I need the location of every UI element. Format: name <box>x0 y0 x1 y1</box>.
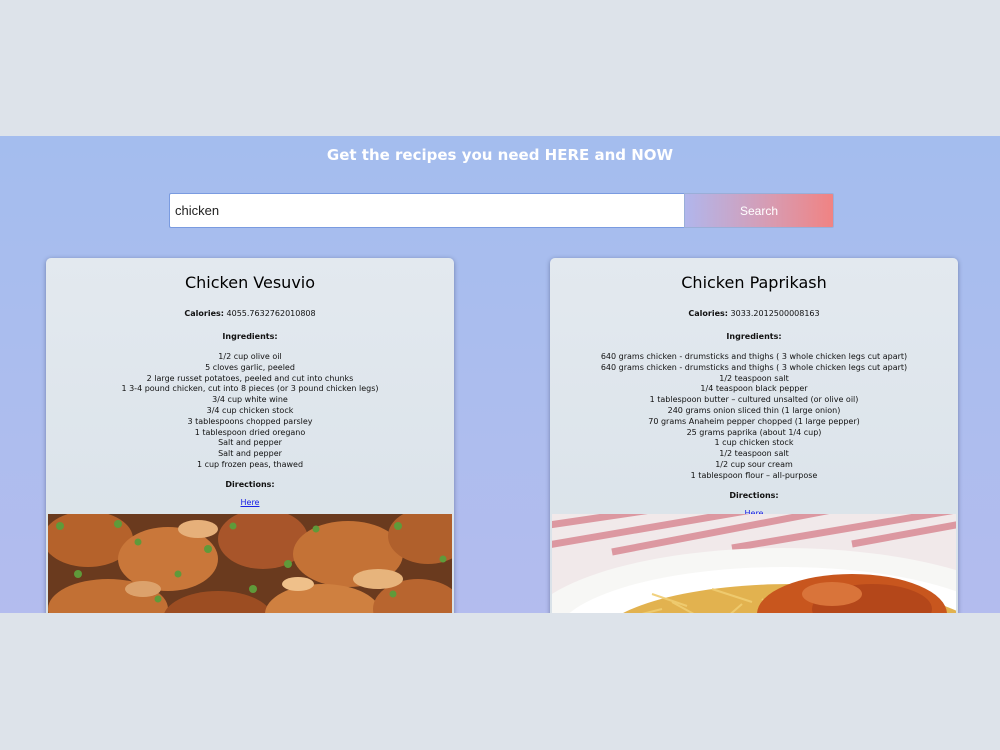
ingredient-item: 640 grams chicken - drumsticks and thigh… <box>600 362 908 372</box>
recipe-card: Chicken Paprikash Calories: 3033.2012500… <box>550 258 958 613</box>
recipe-calories: Calories: 4055.7632762010808 <box>46 309 454 319</box>
ingredient-item: 240 grams onion sliced thin (1 large oni… <box>667 405 841 415</box>
ingredient-item: Salt and pepper <box>218 449 282 459</box>
ingredient-item: 640 grams chicken - drumsticks and thigh… <box>600 352 908 361</box>
calories-label: Calories: <box>184 309 224 318</box>
ingredients-label: Ingredients: <box>222 332 278 341</box>
ingredient-item: 1/2 cup olive oil <box>218 352 282 361</box>
ingredient-item: 2 large russet potatoes, peeled and cut … <box>146 373 354 383</box>
ingredient-item: 1 3-4 pound chicken, cut into 8 pieces (… <box>121 384 379 394</box>
ingredient-item: 3 tablespoons chopped parsley <box>187 416 313 426</box>
ingredient-item: 25 grams paprika (about 1/4 cup) <box>686 427 822 437</box>
ingredient-item: 3/4 cup chicken stock <box>206 405 294 415</box>
directions-label: Directions: <box>225 479 275 489</box>
search-form: Search <box>169 193 834 228</box>
ingredient-item: 70 grams Anaheim pepper chopped (1 large… <box>648 416 860 426</box>
ingredient-item: 5 cloves garlic, peeled <box>205 362 295 372</box>
recipe-calories: Calories: 3033.2012500008163 <box>550 309 958 319</box>
recipe-image <box>552 514 956 613</box>
chicken-vesuvio-photo <box>48 514 452 613</box>
ingredients-list: 640 grams chicken - drumsticks and thigh… <box>550 352 958 482</box>
recipe-title: Chicken Paprikash <box>681 273 827 292</box>
ingredient-item: 1 tablespoon flour – all-purpose <box>690 470 818 480</box>
ingredient-item: 1/4 teaspoon black pepper <box>700 384 808 394</box>
search-input[interactable] <box>169 193 684 228</box>
calories-label: Calories: <box>688 309 728 318</box>
calories-value: 3033.2012500008163 <box>730 309 820 318</box>
chicken-paprikash-photo <box>552 514 956 613</box>
ingredient-item: 1/2 teaspoon salt <box>719 449 789 459</box>
recipe-card: Chicken Vesuvio Calories: 4055.763276201… <box>46 258 454 613</box>
ingredient-item: 1 cup chicken stock <box>714 438 794 448</box>
directions-label: Directions: <box>729 490 779 500</box>
ingredient-item: 1 cup frozen peas, thawed <box>196 459 304 469</box>
ingredient-item: Salt and pepper <box>218 438 282 448</box>
calories-value: 4055.7632762010808 <box>226 309 316 318</box>
ingredients-list: 1/2 cup olive oil 5 cloves garlic, peele… <box>46 352 454 471</box>
ingredient-item: 1 tablespoon dried oregano <box>194 427 306 437</box>
ingredient-item: 1/2 teaspoon salt <box>719 373 789 383</box>
ingredient-item: 1 tablespoon butter – cultured unsalted … <box>649 395 859 405</box>
app-viewport: Get the recipes you need HERE and NOW Se… <box>0 136 1000 613</box>
ingredient-item: 3/4 cup white wine <box>212 395 288 405</box>
directions-link[interactable]: Here <box>241 497 260 509</box>
recipe-title: Chicken Vesuvio <box>184 273 316 292</box>
search-button[interactable]: Search <box>684 193 834 228</box>
recipe-image <box>48 514 452 613</box>
ingredients-label: Ingredients: <box>726 332 782 341</box>
ingredient-item: 1/2 cup sour cream <box>715 459 793 469</box>
page-title: Get the recipes you need HERE and NOW <box>326 146 674 164</box>
